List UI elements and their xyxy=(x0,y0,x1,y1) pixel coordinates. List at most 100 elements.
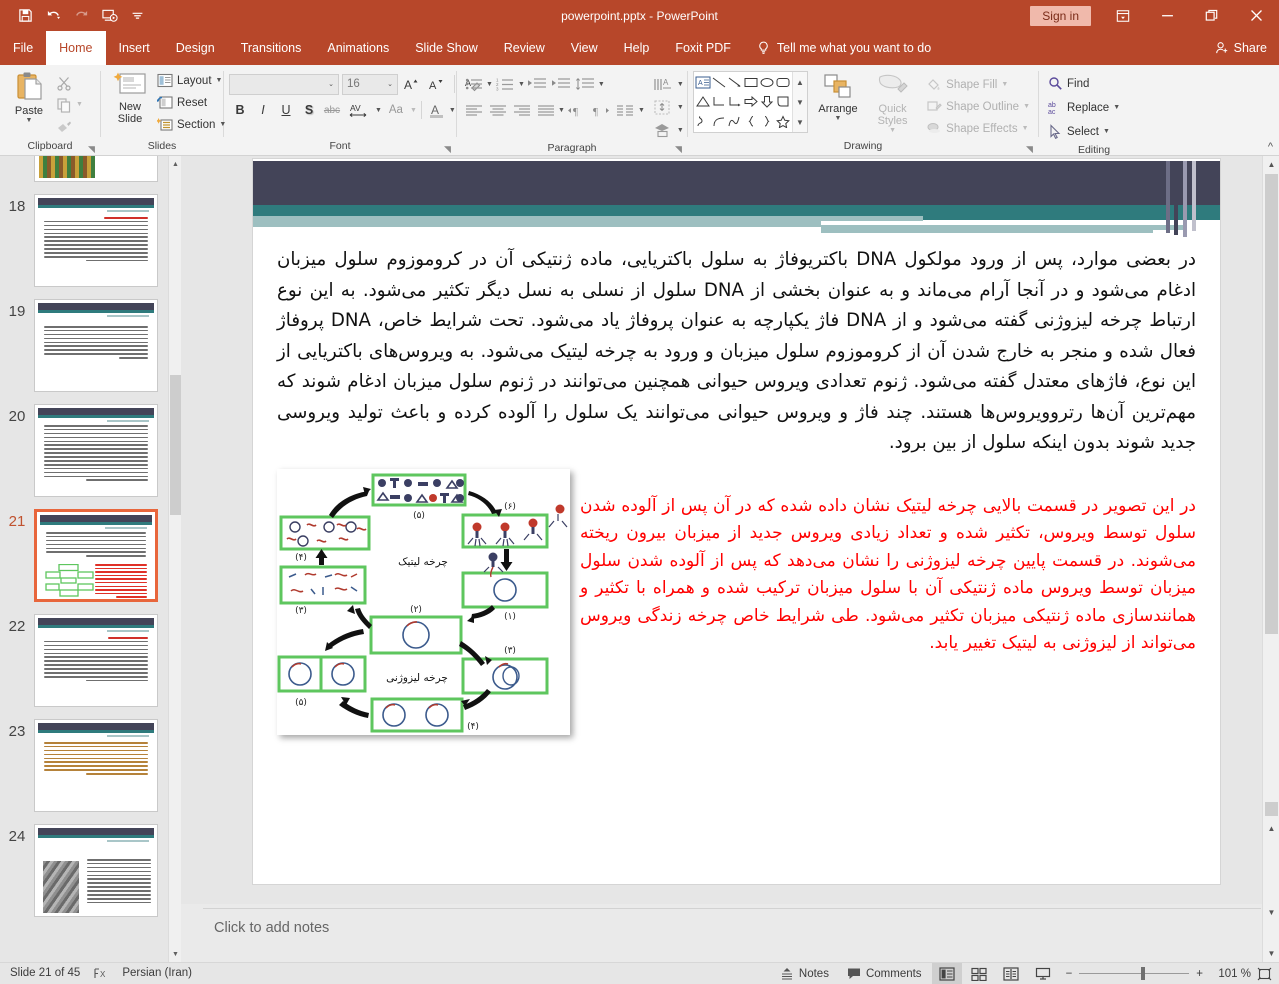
editor-scroll-thumb[interactable] xyxy=(1265,174,1278,634)
tab-help[interactable]: Help xyxy=(611,31,663,65)
shape-gallery[interactable]: A ▲ ▼ ▼ xyxy=(693,71,808,133)
drawing-dialog-launcher[interactable]: ◥ xyxy=(1024,144,1035,155)
shape-right-arrow-icon[interactable] xyxy=(743,92,759,111)
save-icon[interactable] xyxy=(12,4,38,28)
font-dialog-launcher[interactable]: ◥ xyxy=(442,144,453,155)
zoom-track[interactable] xyxy=(1079,967,1190,980)
thumbnail-row-22[interactable]: 22 xyxy=(0,614,181,707)
tab-review[interactable]: Review xyxy=(491,31,558,65)
shape-arrow-icon[interactable] xyxy=(727,73,743,92)
customize-qat-icon[interactable] xyxy=(124,4,150,28)
notes-pane[interactable]: Click to add notes xyxy=(181,904,1279,962)
shape-star-icon[interactable] xyxy=(775,112,791,131)
thumbnail-scroll-up-icon[interactable]: ▲ xyxy=(169,156,181,172)
thumbnail-scrollbar[interactable]: ▲ ▼ xyxy=(168,156,181,962)
slide-canvas[interactable]: در بعضی موارد، پس از ورود مولکول DNA باک… xyxy=(253,159,1220,884)
cut-button[interactable] xyxy=(53,72,86,93)
shape-rectangle-icon[interactable] xyxy=(743,73,759,92)
replace-button[interactable]: ab ac Replace ▼ xyxy=(1044,96,1124,119)
tab-file[interactable]: File xyxy=(0,31,46,65)
arrange-caret[interactable]: ▼ xyxy=(835,115,842,122)
decrease-font-size-button[interactable]: A xyxy=(426,73,448,95)
align-center-button[interactable] xyxy=(486,99,509,121)
shape-gallery-scrollbar[interactable]: ▲ ▼ ▼ xyxy=(792,72,807,132)
tab-design[interactable]: Design xyxy=(163,31,228,65)
slideshow-view-button[interactable] xyxy=(1028,963,1058,984)
slide-thumbnail-panel[interactable]: 18 19 20 21 22 23 24 ▲ ▼ xyxy=(0,156,181,962)
redo-icon[interactable] xyxy=(68,4,94,28)
new-slide-button[interactable]: New Slide xyxy=(106,69,154,127)
tab-animations[interactable]: Animations xyxy=(314,31,402,65)
minimize-icon[interactable] xyxy=(1145,0,1189,31)
thumbnail-row-18[interactable]: 18 xyxy=(0,194,181,287)
smartart-caret[interactable]: ▼ xyxy=(677,127,684,134)
next-slide-icon[interactable]: ▼ xyxy=(1263,904,1279,921)
shape-outline-button[interactable]: Shape Outline ▼ xyxy=(923,96,1033,117)
slide-thumbnail[interactable] xyxy=(34,194,158,287)
paste-button[interactable]: Paste ▼ xyxy=(5,69,53,126)
font-size-input[interactable]: 16 ⌄ xyxy=(342,73,398,95)
shape-line-icon[interactable] xyxy=(711,73,727,92)
bullets-button[interactable] xyxy=(462,73,485,95)
tab-slide-show[interactable]: Slide Show xyxy=(402,31,491,65)
replace-caret[interactable]: ▼ xyxy=(1113,104,1120,111)
shape-triangle-icon[interactable] xyxy=(695,92,711,111)
shape-flowchart-icon[interactable] xyxy=(775,92,791,111)
shape-right-brace-icon[interactable] xyxy=(759,112,775,131)
bold-button[interactable]: B xyxy=(229,99,251,121)
spell-check-icon[interactable]: X xyxy=(94,967,108,980)
quick-styles-button[interactable]: Quick Styles ▼ xyxy=(866,71,919,136)
fit-slide-to-window-button[interactable] xyxy=(1253,963,1275,984)
slide-thumbnail[interactable] xyxy=(34,614,158,707)
layout-dropdown-caret[interactable]: ▼ xyxy=(216,77,223,84)
numbering-caret[interactable]: ▼ xyxy=(518,81,525,88)
align-text-button[interactable]: ▼ xyxy=(649,97,688,118)
reset-button[interactable]: Reset xyxy=(154,92,229,113)
text-shadow-button[interactable]: S xyxy=(298,99,320,121)
justify-caret[interactable]: ▼ xyxy=(558,107,565,114)
gallery-scroll-down-icon[interactable]: ▼ xyxy=(793,92,807,112)
justify-button[interactable] xyxy=(534,99,557,121)
shape-outline-caret[interactable]: ▼ xyxy=(1023,103,1030,110)
select-button[interactable]: Select ▼ xyxy=(1044,120,1124,143)
find-button[interactable]: Find xyxy=(1044,72,1124,95)
underline-button[interactable]: U xyxy=(275,99,297,121)
slide-thumbnail[interactable] xyxy=(34,719,158,812)
shape-arc-icon[interactable] xyxy=(727,112,743,131)
comments-button[interactable]: Comments xyxy=(839,963,930,984)
zoom-slider[interactable]: − + xyxy=(1060,967,1209,980)
shape-fill-caret[interactable]: ▼ xyxy=(1001,81,1008,88)
language-indicator[interactable]: Persian (Iran) xyxy=(122,967,192,979)
shape-fill-button[interactable]: Shape Fill ▼ xyxy=(923,74,1033,95)
shape-effects-caret[interactable]: ▼ xyxy=(1022,125,1029,132)
columns-button[interactable] xyxy=(614,99,637,121)
copy-dropdown-caret[interactable]: ▼ xyxy=(76,101,83,108)
font-name-input[interactable]: ⌄ xyxy=(229,73,339,95)
slide-red-text[interactable]: در این تصویر در قسمت بالایی چرخه لیتیک ن… xyxy=(580,465,1196,658)
italic-button[interactable]: I xyxy=(252,99,274,121)
shape-elbow-arrow-icon[interactable] xyxy=(727,92,743,111)
tab-transitions[interactable]: Transitions xyxy=(228,31,315,65)
thumbnail-row-23[interactable]: 23 xyxy=(0,719,181,812)
ribbon-display-options-icon[interactable] xyxy=(1101,0,1145,31)
shape-scribble-icon[interactable] xyxy=(695,112,711,131)
layout-button[interactable]: Layout ▼ xyxy=(154,70,229,91)
start-presentation-icon[interactable] xyxy=(96,4,122,28)
editor-scroll-up-icon[interactable]: ▲ xyxy=(1263,156,1279,173)
gallery-scroll-up-icon[interactable]: ▲ xyxy=(793,72,807,92)
thumbnail-scroll-down-icon[interactable]: ▼ xyxy=(169,946,181,962)
previous-slide-button[interactable] xyxy=(1265,802,1278,816)
thumbnail-row-20[interactable]: 20 xyxy=(0,404,181,497)
convert-to-smartart-button[interactable]: ▼ xyxy=(649,120,688,141)
shape-down-arrow-icon[interactable] xyxy=(759,92,775,111)
numbering-button[interactable]: 123 xyxy=(494,73,517,95)
tell-me-search[interactable]: Tell me what you want to do xyxy=(744,31,944,65)
align-left-button[interactable] xyxy=(462,99,485,121)
slide-counter[interactable]: Slide 21 of 45 xyxy=(10,967,80,979)
clipboard-dialog-launcher[interactable]: ◥ xyxy=(86,144,97,155)
gallery-more-icon[interactable]: ▼ xyxy=(793,112,807,132)
quick-styles-caret[interactable]: ▼ xyxy=(889,127,896,134)
slide-body-text[interactable]: در بعضی موارد، پس از ورود مولکول DNA باک… xyxy=(253,237,1220,459)
shape-textbox-icon[interactable]: A xyxy=(695,73,711,92)
font-name-caret[interactable]: ⌄ xyxy=(328,80,334,88)
